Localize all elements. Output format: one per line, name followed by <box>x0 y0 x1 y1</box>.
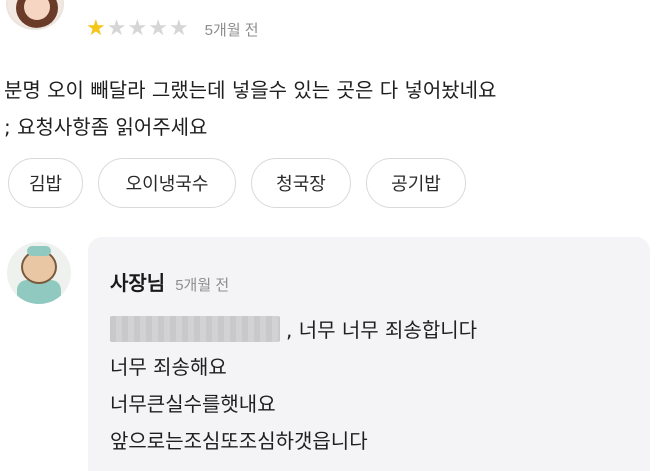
review-line: ; 요청사항좀 읽어주세요 <box>4 115 208 139</box>
star-icon: ★ <box>168 16 189 41</box>
reply-line-text: , 너무 너무 죄송합니다 <box>286 318 478 342</box>
star-icon: ★ <box>127 16 148 41</box>
menu-tag[interactable]: 오이냉국수 <box>98 158 236 208</box>
reply-line: 너무 죄송해요 <box>110 355 227 379</box>
redacted-name <box>110 316 280 342</box>
star-icon: ★ <box>148 16 168 41</box>
owner-name: 사장님 <box>110 271 166 295</box>
reply-time: 5개월 전 <box>175 277 230 294</box>
menu-tag[interactable]: 공기밥 <box>366 158 466 208</box>
menu-tags: 김밥 오이냉국수 청국장 공기밥 <box>8 158 466 208</box>
menu-tag[interactable]: 청국장 <box>251 158 351 208</box>
review-text: 분명 오이 빼달라 그랬는데 넣을수 있는 곳은 다 넣어놨네요 ; 요청사항좀… <box>4 72 656 146</box>
reviewer-avatar[interactable] <box>6 0 64 30</box>
star-icon: ★ <box>86 16 106 41</box>
star-icon: ★ <box>106 16 127 41</box>
menu-tag[interactable]: 김밥 <box>8 158 83 208</box>
review-time: 5개월 전 <box>204 21 259 39</box>
rating-row: ★ ★ ★ ★ ★ 5개월 전 <box>86 17 259 41</box>
reply-line: 너무큰실수를햇내요 <box>110 392 276 416</box>
reply-header: 사장님 5개월 전 <box>110 267 229 296</box>
star-rating: ★ ★ ★ ★ ★ <box>86 18 189 40</box>
reply-line: 앞으로는조심또조심하갯읍니다 <box>110 429 368 453</box>
reply-line: , 너무 너무 죄송합니다 <box>110 312 477 349</box>
reply-text: , 너무 너무 죄송합니다 너무 죄송해요 너무큰실수를햇내요 앞으로는조심또조… <box>110 312 477 460</box>
review-line: 분명 오이 빼달라 그랬는데 넣을수 있는 곳은 다 넣어놨네요 <box>4 78 497 102</box>
owner-reply: 사장님 5개월 전 , 너무 너무 죄송합니다 너무 죄송해요 너무큰실수를햇내… <box>88 237 650 471</box>
avatar-hat <box>27 246 51 256</box>
owner-avatar[interactable] <box>7 242 71 304</box>
